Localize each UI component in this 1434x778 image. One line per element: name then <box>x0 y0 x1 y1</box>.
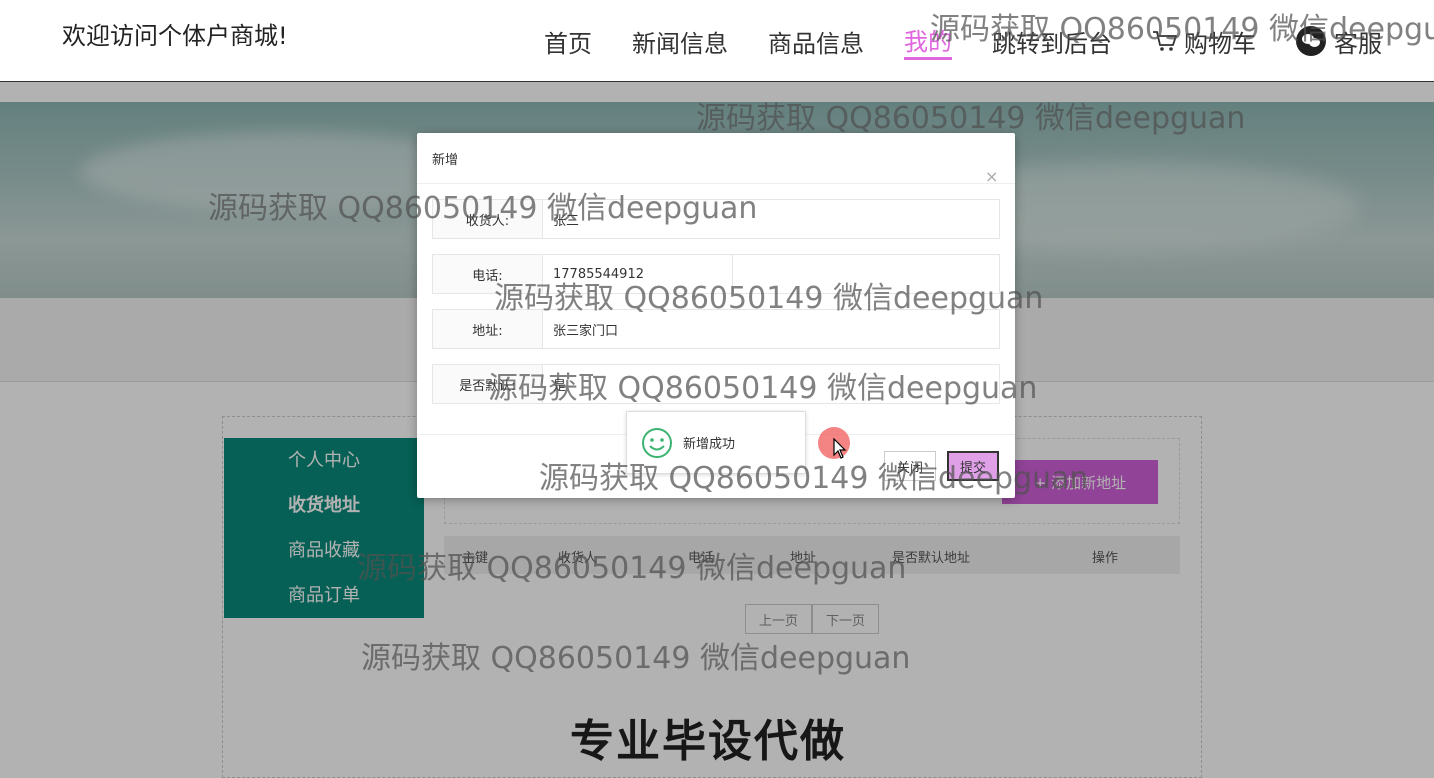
cart-icon <box>1153 31 1178 51</box>
receiver-field[interactable] <box>543 200 999 238</box>
nav-cart-label: 购物车 <box>1184 29 1256 58</box>
close-button[interactable]: 关闭 <box>884 451 936 481</box>
phone-field[interactable] <box>543 255 733 293</box>
phone-label: 电话: <box>433 255 543 293</box>
nav-home[interactable]: 首页 <box>544 24 592 59</box>
receiver-label: 收货人: <box>433 200 543 238</box>
default-label: 是否默认: <box>433 365 543 403</box>
dialog-divider <box>417 183 1015 184</box>
nav-cart[interactable]: 购物车 <box>1152 24 1256 59</box>
toast-message: 新增成功 <box>683 437 736 452</box>
address-field[interactable] <box>543 310 999 348</box>
site-header: 欢迎访问个体户商城! 首页 新闻信息 商品信息 我的 跳转到后台 购物车 客服 <box>0 0 1434 82</box>
main-nav: 首页 新闻信息 商品信息 我的 跳转到后台 购物车 客服 <box>544 22 1422 60</box>
nav-service-label: 客服 <box>1334 29 1382 58</box>
dialog-title: 新增 <box>432 153 459 168</box>
nav-mine[interactable]: 我的 <box>904 22 952 60</box>
nav-service[interactable]: 客服 <box>1296 24 1382 59</box>
default-select[interactable] <box>543 365 999 403</box>
nav-admin[interactable]: 跳转到后台 <box>992 24 1112 59</box>
smile-icon <box>642 427 672 458</box>
welcome-text: 欢迎访问个体户商城! <box>62 22 288 50</box>
nav-news[interactable]: 新闻信息 <box>632 24 728 59</box>
address-row: 地址: <box>432 309 1000 349</box>
nav-products[interactable]: 商品信息 <box>768 24 864 59</box>
wechat-icon <box>1296 26 1326 56</box>
cursor-icon <box>833 438 847 459</box>
address-label: 地址: <box>433 310 543 348</box>
submit-button[interactable]: 提交 <box>947 451 999 481</box>
default-row: 是否默认: <box>432 364 1000 404</box>
success-toast: 新增成功 <box>626 411 806 474</box>
receiver-row: 收货人: <box>432 199 1000 239</box>
phone-row: 电话: <box>432 254 1000 294</box>
